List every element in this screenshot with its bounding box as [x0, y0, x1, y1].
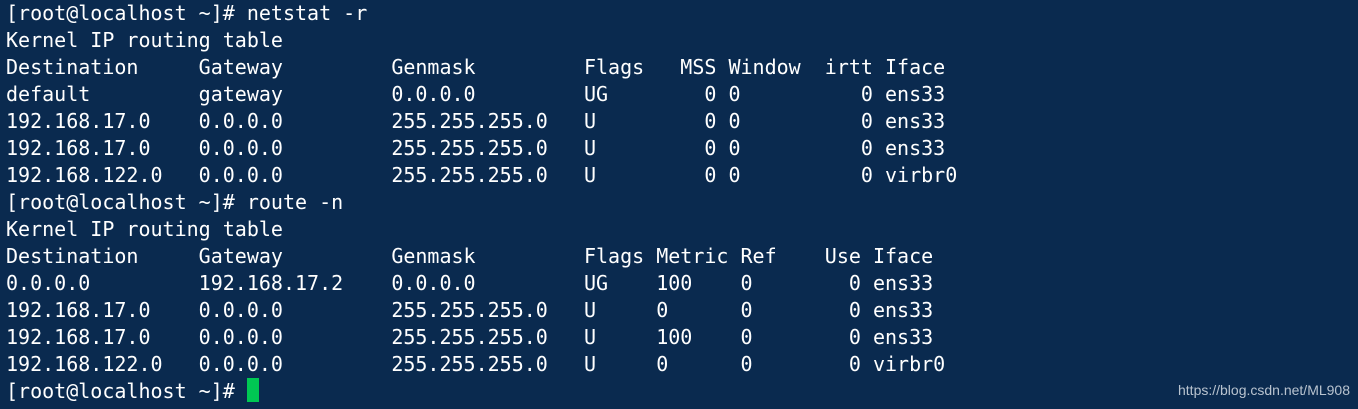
prompt-text: [root@localhost ~]#: [6, 379, 235, 403]
terminal-line: Destination Gateway Genmask Flags Metric…: [6, 244, 934, 268]
terminal-line: 0.0.0.0 192.168.17.2 0.0.0.0 UG 100 0 0 …: [6, 271, 934, 295]
terminal-line: 192.168.17.0 0.0.0.0 255.255.255.0 U 0 0…: [6, 109, 946, 133]
terminal-line: [root@localhost ~]# netstat -r: [6, 1, 368, 25]
terminal-line: 192.168.17.0 0.0.0.0 255.255.255.0 U 0 0…: [6, 136, 946, 160]
text-cursor: [246, 378, 259, 402]
terminal-line: Destination Gateway Genmask Flags MSS Wi…: [6, 55, 946, 79]
watermark: https://blog.csdn.net/ML908: [1178, 382, 1350, 398]
terminal-line: 192.168.122.0 0.0.0.0 255.255.255.0 U 0 …: [6, 352, 946, 376]
terminal-line: 192.168.122.0 0.0.0.0 255.255.255.0 U 0 …: [6, 163, 958, 187]
terminal-line: default gateway 0.0.0.0 UG 0 0 0 ens33: [6, 82, 946, 106]
terminal-line: Kernel IP routing table: [6, 28, 283, 52]
terminal-line: [root@localhost ~]# route -n: [6, 190, 344, 214]
terminal-line: 192.168.17.0 0.0.0.0 255.255.255.0 U 0 0…: [6, 298, 934, 322]
prompt-line[interactable]: [root@localhost ~]#: [6, 378, 1358, 405]
terminal-line: Kernel IP routing table: [6, 217, 283, 241]
terminal-line: 192.168.17.0 0.0.0.0 255.255.255.0 U 100…: [6, 325, 934, 349]
terminal-window[interactable]: [root@localhost ~]# netstat -r Kernel IP…: [0, 0, 1358, 409]
